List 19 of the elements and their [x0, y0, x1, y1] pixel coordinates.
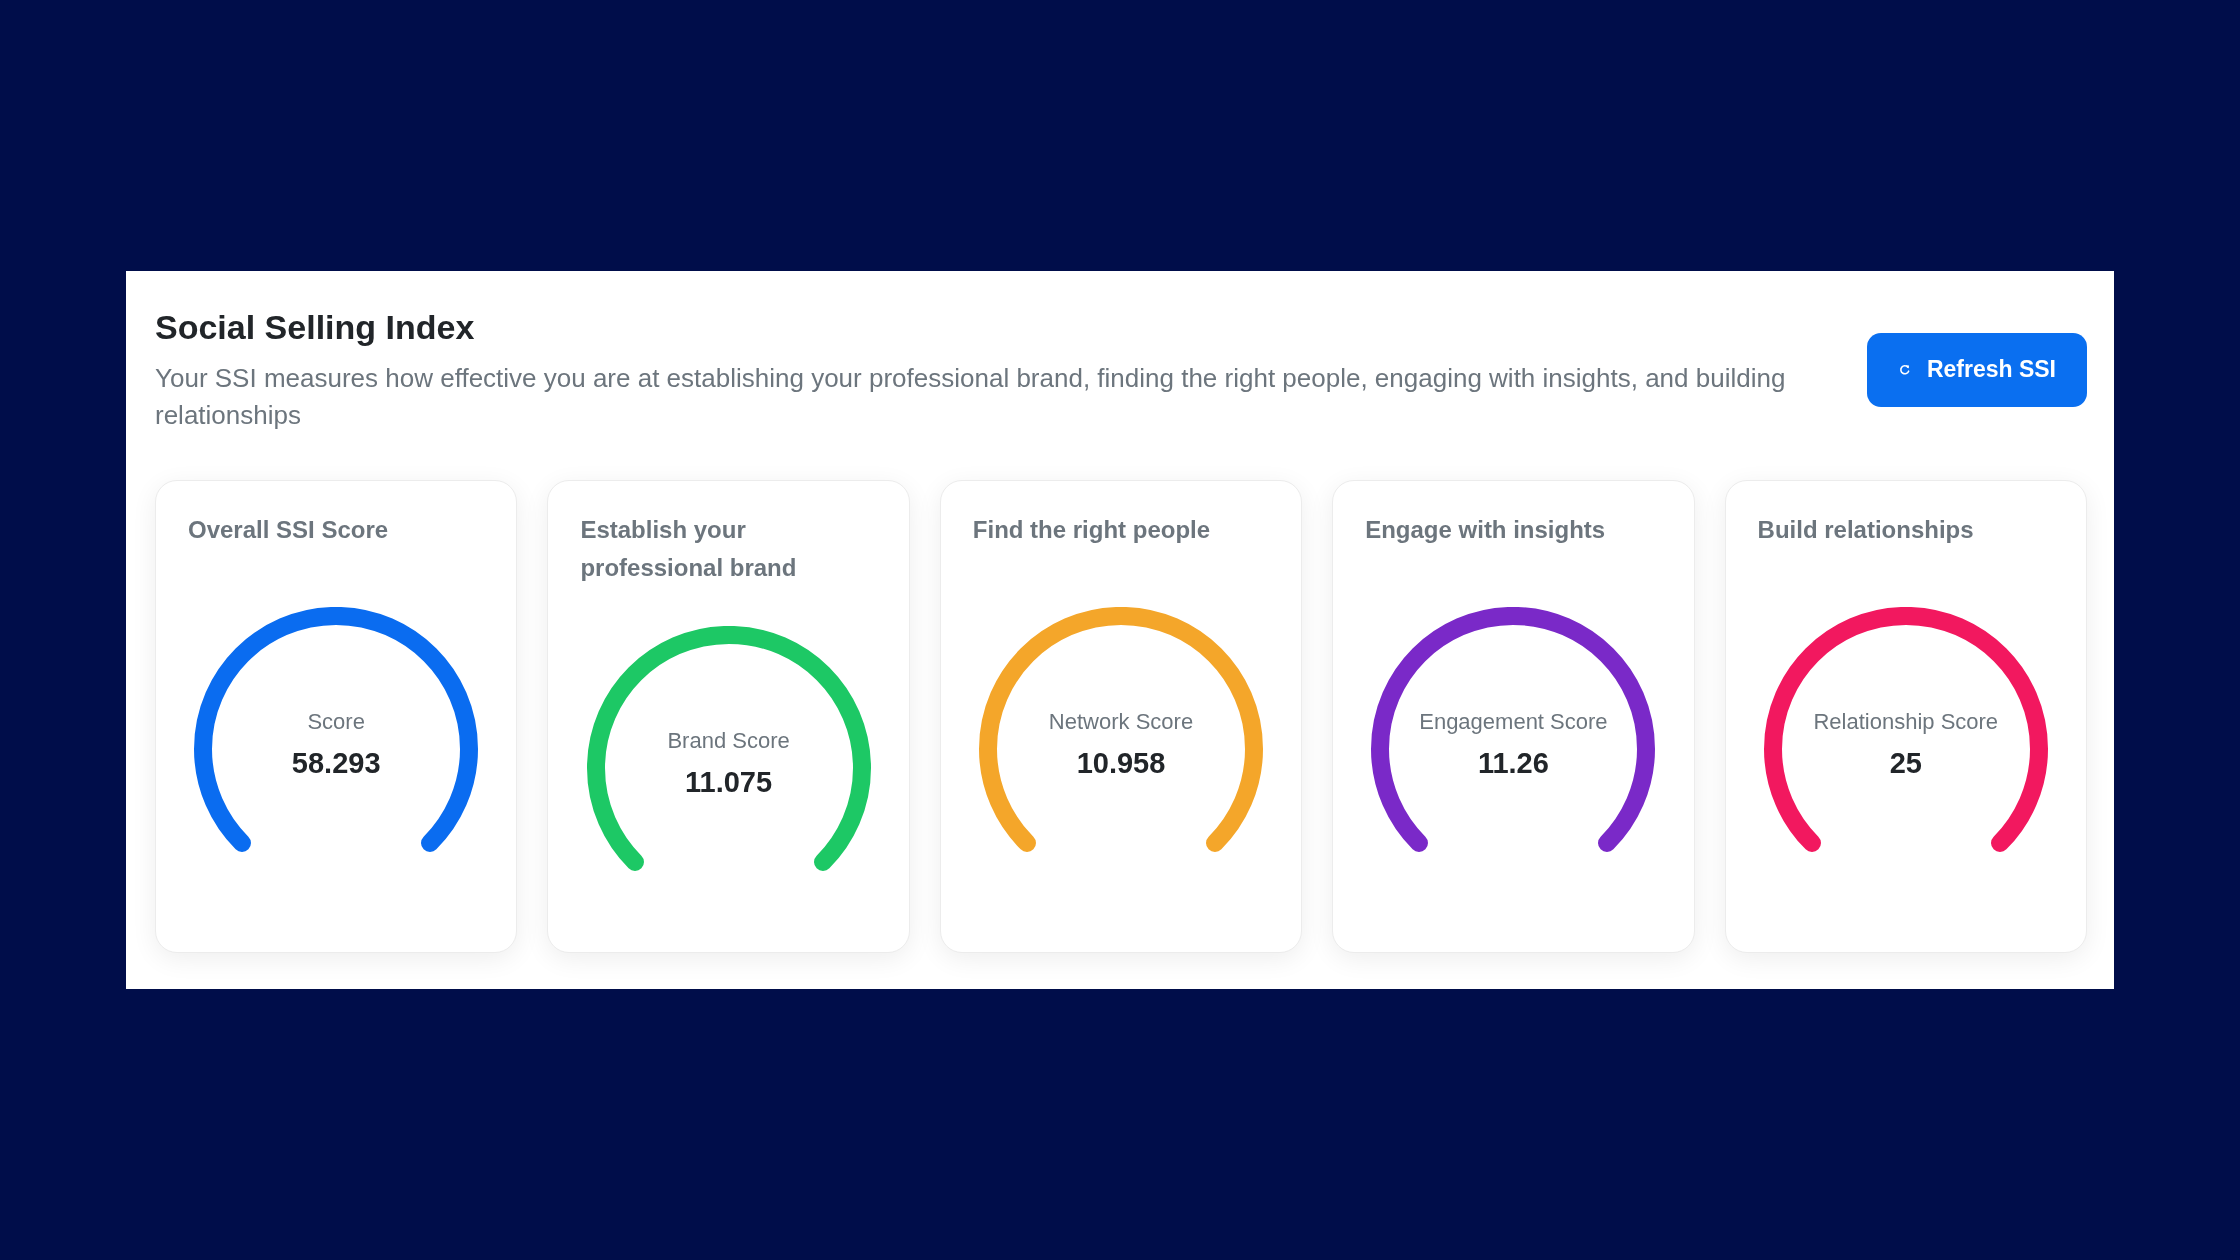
card-title: Overall SSI Score: [188, 515, 390, 545]
card-title: Engage with insights: [1365, 515, 1607, 545]
gauge-label: Network Score: [1048, 708, 1194, 736]
card-title: Build relationships: [1757, 515, 1975, 545]
gauge-label: Engagement Score: [1419, 708, 1608, 736]
gauge-value: 11.26: [1477, 746, 1549, 780]
panel-description: Your SSI measures how effective you are at establishing your professional brand, finding the right people, engaging with insights, and building relationships: [155, 362, 1787, 432]
refresh-button[interactable]: Refresh SSI: [1866, 332, 2087, 407]
card-title: Establish your professional brand: [580, 515, 798, 583]
panel-title: Social Selling Index: [155, 307, 476, 348]
card-title: Find the right people: [972, 515, 1212, 545]
gauge-value: 11.075: [685, 765, 773, 799]
gauge-label: Relationship Score: [1813, 708, 1999, 736]
gauge-label: Brand Score: [667, 727, 790, 755]
gauge-label: Score: [307, 708, 365, 736]
gauge-value: 58.293: [291, 746, 381, 780]
gauge-value: 25: [1889, 746, 1922, 780]
refresh-icon: [1898, 363, 1911, 376]
gauge-value: 10.958: [1076, 746, 1166, 780]
